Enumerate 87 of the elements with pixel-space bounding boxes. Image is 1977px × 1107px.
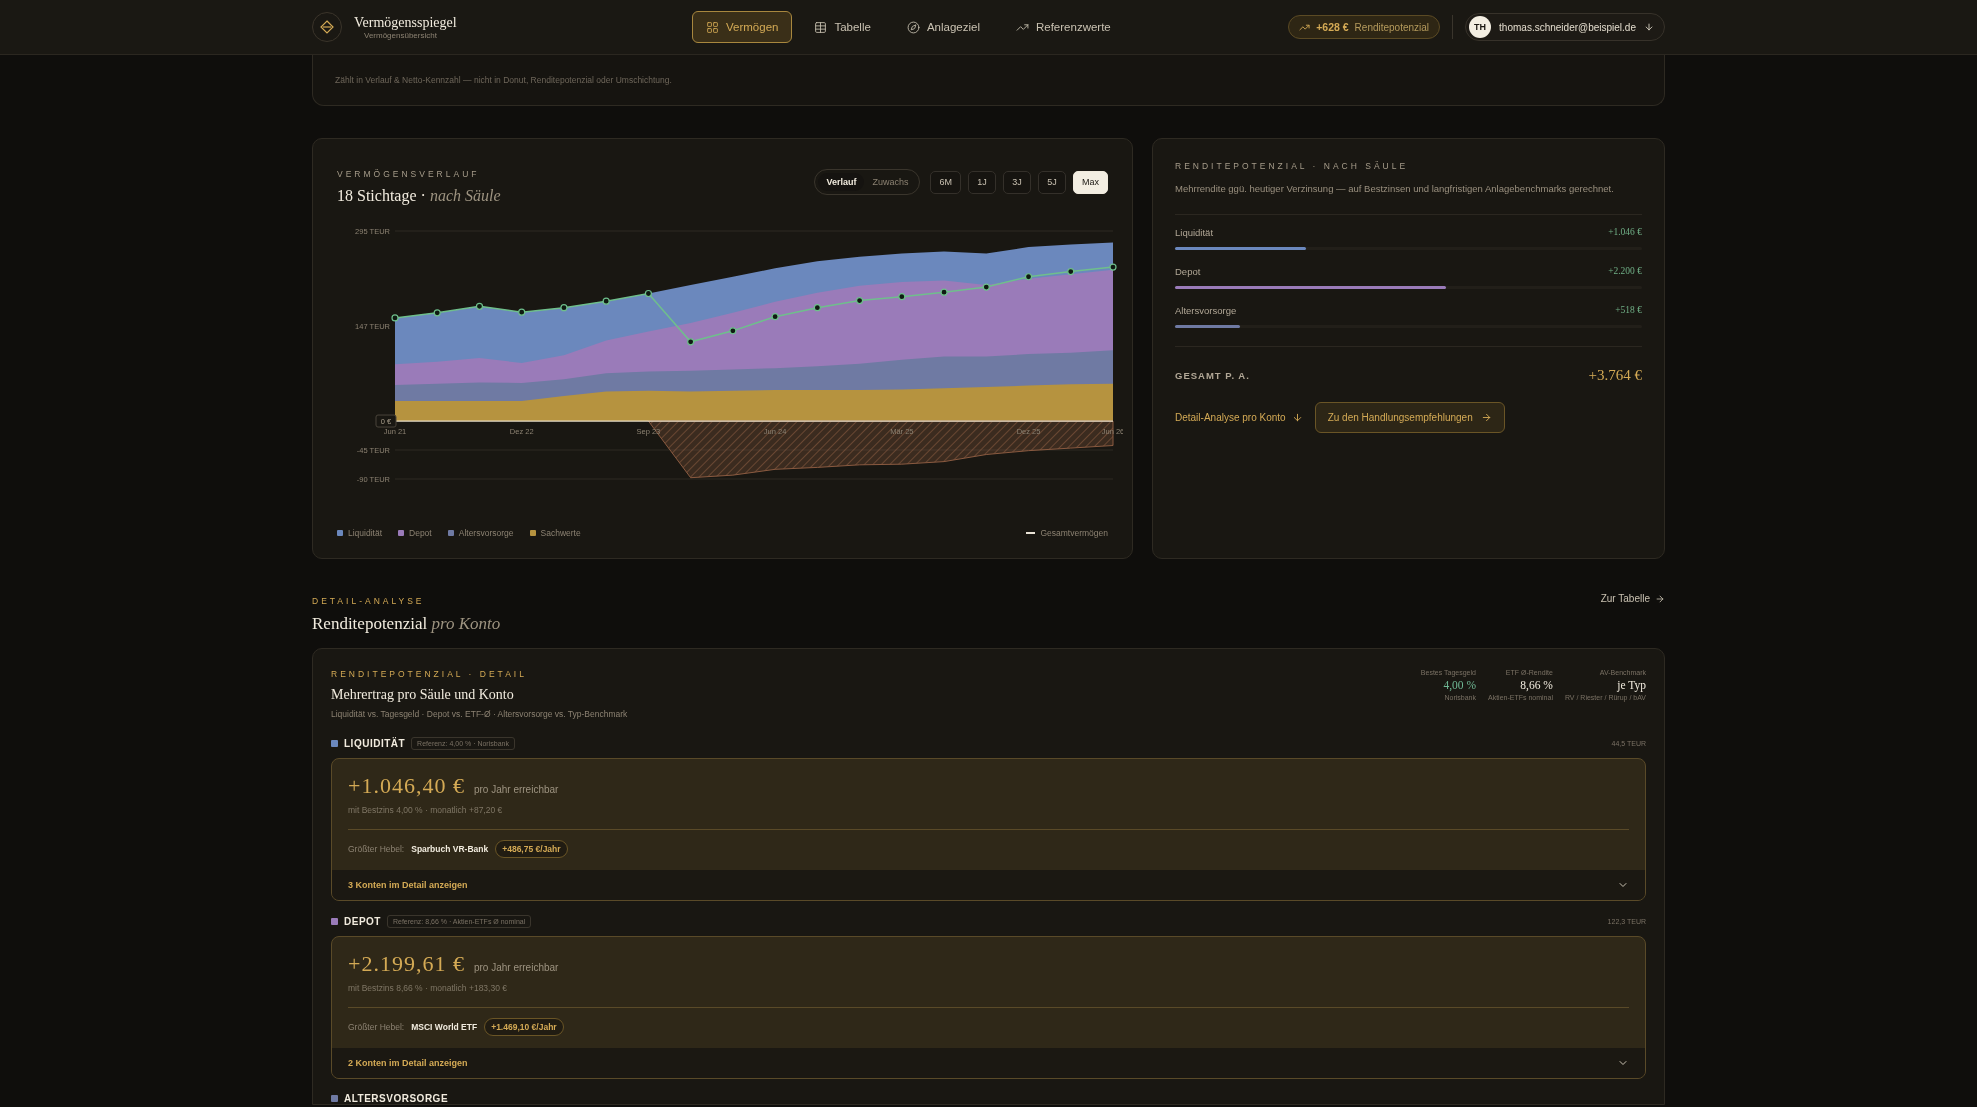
legend-label: Gesamtvermögen: [1040, 528, 1108, 538]
potential-pill[interactable]: +628 € Renditepotenzial: [1288, 15, 1441, 39]
pillar-value: +518 €: [1615, 305, 1642, 316]
lever-value: +1.469,10 €/Jahr: [484, 1018, 564, 1036]
data-point: [1109, 263, 1117, 271]
lever-label: Größter Hebel:: [348, 1022, 405, 1032]
arrow-down-icon: [1291, 412, 1303, 423]
data-point: [433, 309, 441, 317]
card-eyebrow: RENDITEPOTENZIAL · NACH SÄULE: [1175, 161, 1410, 171]
note-text: Zählt in Verlauf & Netto-Kennzahl — nicht in Donut, Renditepotenzial oder Umschichtung.: [335, 75, 672, 85]
data-point: [856, 296, 864, 305]
lever-account: Sparbuch VR-Bank: [411, 844, 489, 854]
total-value: +3.764 €: [1588, 367, 1642, 384]
range-button[interactable]: 3J: [1003, 170, 1031, 194]
lever-value: +486,75 €/Jahr: [495, 840, 568, 858]
pillar-name: ALTERSVORSORGE: [344, 1093, 449, 1104]
data-point: [813, 304, 821, 312]
nav-tab[interactable]: Tabelle: [800, 11, 885, 43]
detail-link[interactable]: Detail-Analyse pro Konto: [1175, 412, 1303, 423]
total-label: GESAMT P. A.: [1175, 370, 1250, 381]
card-description: Mehrrendite ggü. heutiger Verzinsung — auf Bestzinsen und langfristigen Anlagebenchmarks gerechnet.: [1175, 183, 1615, 194]
arrow-right-icon: [1480, 412, 1492, 423]
grid-icon: [706, 20, 719, 34]
amount-suffix: pro Jahr erreichbar: [473, 784, 559, 795]
data-point: [1067, 267, 1075, 276]
amount-suffix: pro Jahr erreichbar: [473, 962, 559, 973]
lever-account: MSCI World ETF: [411, 1022, 478, 1032]
pillar-value: +1.046 €: [1608, 227, 1642, 238]
card-eyebrow: RENDITEPOTENZIAL · DETAIL: [331, 669, 528, 679]
pillar-name: LIQUIDITÄT: [344, 738, 406, 749]
data-point: [644, 289, 652, 298]
card-eyebrow: VERMÖGENSVERLAUF: [337, 169, 481, 179]
card-title: Mehrertrag pro Säule und Konto: [331, 687, 515, 703]
data-point: [687, 338, 695, 346]
card-title: 18 Stichtage · nach Säule: [337, 187, 501, 205]
data-point: [771, 313, 779, 321]
nav-tab[interactable]: Referenzwerte: [1001, 11, 1125, 43]
data-point: [940, 288, 948, 296]
data-point: [560, 304, 568, 312]
mode-option[interactable]: Verlauf: [818, 173, 865, 191]
range-button[interactable]: 1J: [968, 170, 996, 194]
section-title: Renditepotenzial pro Konto: [312, 614, 501, 634]
legend-label: Sachwerte: [540, 528, 581, 538]
amount-detail: mit Bestzins 4,00 % · monatlich +87,20 €: [348, 805, 504, 815]
benchmark-value: 4,00 %: [1443, 679, 1476, 691]
accounts-expander[interactable]: 3 Konten im Detail anzeigen: [332, 870, 1645, 900]
nav-tab[interactable]: Vermögen: [692, 11, 793, 43]
nav-tab[interactable]: Anlageziel: [892, 11, 994, 43]
recommendations-button[interactable]: Zu den Handlungsempfehlungen: [1314, 402, 1505, 433]
table-icon: [814, 20, 828, 34]
avatar: TH: [1469, 16, 1492, 38]
legend-label: Depot: [409, 528, 432, 538]
data-point: [602, 297, 610, 305]
range-button[interactable]: 6M: [930, 170, 961, 194]
pillar-name: DEPOT: [344, 916, 381, 927]
range-button[interactable]: Max: [1073, 170, 1108, 194]
compass-icon: [906, 20, 920, 34]
benchmark-value: 8,66 %: [1520, 679, 1553, 691]
data-point: [898, 293, 906, 301]
app-subtitle: Vermögensübersicht: [364, 30, 438, 40]
amount-detail: mit Bestzins 8,66 % · monatlich +183,30 €: [348, 983, 508, 993]
data-point: [391, 314, 399, 322]
pillar-label: Depot: [1175, 266, 1201, 277]
amount-value: +1.046,40 €: [348, 773, 465, 799]
pillar-label: Altersvorsorge: [1175, 305, 1237, 316]
arrow-right-icon: [1655, 593, 1665, 604]
data-point: [1024, 273, 1033, 281]
user-menu[interactable]: TH thomas.schneider@beispiel.de: [1465, 13, 1665, 41]
mode-option[interactable]: Zuwachs: [864, 173, 917, 191]
arrow-down-icon: [1644, 22, 1654, 32]
section-eyebrow: DETAIL-ANALYSE: [312, 596, 426, 606]
pillar-label: Liquidität: [1175, 227, 1214, 238]
data-point: [982, 283, 990, 291]
app-title: Vermögensspiegel: [354, 14, 457, 31]
data-point: [518, 308, 526, 316]
legend-label: Altersvorsorge: [458, 528, 514, 538]
legend-label: Liquidität: [348, 528, 383, 538]
lever-label: Größter Hebel:: [348, 844, 405, 854]
data-point: [729, 327, 737, 335]
pillar-value: +2.200 €: [1608, 266, 1642, 277]
benchmark-value: je Typ: [1617, 679, 1646, 691]
data-point: [475, 302, 484, 310]
table-link[interactable]: Zur Tabelle: [1600, 593, 1665, 604]
accounts-expander[interactable]: 2 Konten im Detail anzeigen: [332, 1048, 1645, 1078]
card-subtitle: Liquidität vs. Tagesgeld · Depot vs. ETF-Ø · Altersvorsorge vs. Typ-Benchmark: [331, 709, 628, 719]
amount-value: +2.199,61 €: [348, 951, 465, 977]
range-button[interactable]: 5J: [1038, 170, 1066, 194]
